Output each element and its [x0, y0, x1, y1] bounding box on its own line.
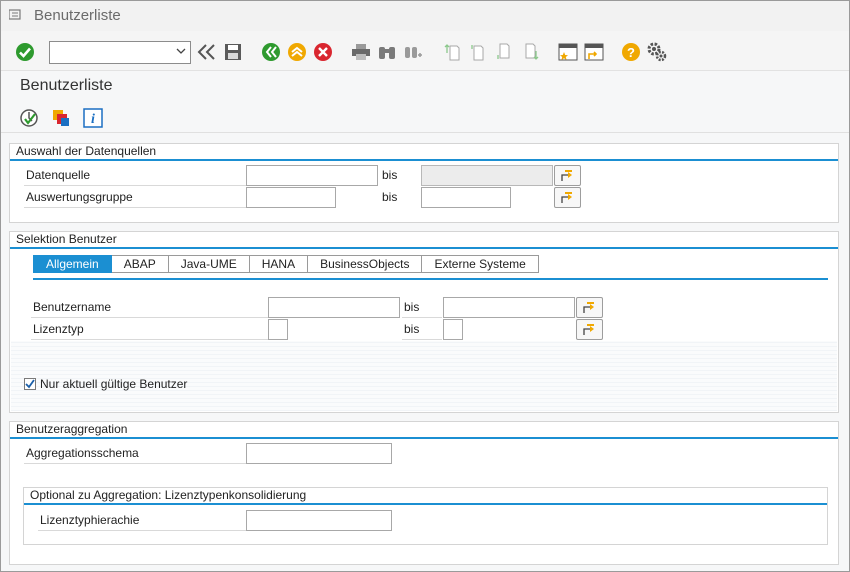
tab-abap[interactable]: ABAP [111, 255, 169, 273]
group-title: Optional zu Aggregation: Lizenztypenkons… [30, 488, 307, 502]
variants-icon[interactable] [50, 107, 72, 129]
datenquelle-label: Datenquelle [24, 165, 246, 186]
execute-icon[interactable] [18, 107, 40, 129]
datenquelle-bis-label: bis [382, 168, 398, 182]
group-benutzeraggregation: Benutzeraggregation Aggregationsschema O… [9, 421, 839, 565]
benutzername-to-input[interactable] [443, 297, 575, 318]
lizenztyphierachie-label: Lizenztyphierachie [38, 510, 246, 531]
nur-aktuell-gueltige-row: Nur aktuell gültige Benutzer [24, 377, 187, 391]
multiple-selection-icon [583, 324, 594, 335]
multiple-selection-button[interactable] [576, 297, 603, 318]
multiple-selection-button[interactable] [576, 319, 603, 340]
cancel-icon[interactable] [312, 41, 334, 63]
auswertungsgruppe-from-input[interactable] [246, 187, 336, 208]
menu-icon[interactable] [9, 9, 23, 21]
group-divider [10, 437, 838, 439]
previous-page-icon[interactable] [467, 41, 489, 63]
lizenztyp-to-input[interactable] [443, 319, 463, 340]
command-field[interactable] [49, 41, 191, 64]
window-title: Benutzerliste [34, 7, 121, 24]
auswertungsgruppe-to-input[interactable] [421, 187, 511, 208]
application-toolbar: i [1, 101, 849, 133]
group-title: Benutzeraggregation [16, 422, 128, 436]
tab-allgemein[interactable]: Allgemein [33, 255, 112, 273]
tab-strip: Allgemein ABAP Java-UME HANA BusinessObj… [33, 255, 539, 273]
group-lizenztypenkonsolidierung: Optional zu Aggregation: Lizenztypenkons… [23, 487, 828, 545]
multiple-selection-icon [561, 192, 572, 203]
back-icon[interactable] [260, 41, 282, 63]
auswertungsgruppe-bis-label: bis [382, 190, 398, 204]
chevron-down-icon[interactable] [176, 46, 186, 56]
aggregationsschema-label: Aggregationsschema [24, 443, 246, 464]
last-page-icon[interactable] [519, 41, 541, 63]
lizenztyphierachie-input[interactable] [246, 510, 392, 531]
lizenztyp-from-input[interactable] [268, 319, 288, 340]
group-divider [10, 247, 838, 249]
benutzername-bis-label: bis [402, 297, 442, 318]
tab-externe-systeme[interactable]: Externe Systeme [422, 255, 539, 273]
sap-window: Benutzerliste ? Benutzerliste i Auswahl … [0, 0, 850, 572]
nur-aktuell-gueltige-label: Nur aktuell gültige Benutzer [40, 377, 188, 391]
info-icon[interactable]: i [82, 107, 104, 129]
find-next-icon[interactable] [402, 41, 424, 63]
next-page-icon[interactable] [493, 41, 515, 63]
print-icon[interactable] [350, 41, 372, 63]
shortcut-icon[interactable] [583, 41, 605, 63]
tab-java-ume[interactable]: Java-UME [168, 255, 250, 273]
svg-text:i: i [91, 112, 95, 127]
tab-hana[interactable]: HANA [249, 255, 309, 273]
exit-icon[interactable] [286, 41, 308, 63]
multiple-selection-icon [583, 302, 594, 313]
group-divider [10, 159, 838, 161]
create-session-icon[interactable] [557, 41, 579, 63]
datenquelle-to-input [421, 165, 553, 186]
benutzername-label: Benutzername [31, 297, 268, 318]
tab-businessobjects[interactable]: BusinessObjects [308, 255, 423, 273]
system-toolbar: ? [1, 31, 849, 71]
multiple-selection-button[interactable] [554, 165, 581, 186]
datenquelle-from-input[interactable] [246, 165, 378, 186]
settings-icon[interactable] [646, 41, 668, 63]
back-double-icon[interactable] [196, 41, 218, 63]
background-pattern [11, 341, 837, 411]
enter-icon[interactable] [14, 41, 36, 63]
lizenztyp-label: Lizenztyp [31, 319, 268, 340]
group-title: Auswahl der Datenquellen [16, 144, 157, 158]
group-divider [24, 503, 827, 505]
title-bar: Benutzerliste [1, 1, 849, 31]
first-page-icon[interactable] [441, 41, 463, 63]
multiple-selection-icon [561, 170, 572, 181]
group-selektion-benutzer: Selektion Benutzer Allgemein ABAP Java-U… [9, 231, 839, 413]
group-title: Selektion Benutzer [16, 232, 117, 246]
checkmark-icon [25, 379, 35, 389]
group-datenquellen: Auswahl der Datenquellen Datenquelle bis… [9, 143, 839, 223]
nur-aktuell-gueltige-checkbox[interactable] [24, 378, 36, 390]
tab-divider [33, 278, 828, 280]
find-icon[interactable] [376, 41, 398, 63]
page-title: Benutzerliste [20, 77, 113, 94]
auswertungsgruppe-label: Auswertungsgruppe [24, 187, 246, 208]
benutzername-from-input[interactable] [268, 297, 400, 318]
lizenztyp-bis-label: bis [402, 319, 442, 340]
help-icon[interactable]: ? [620, 41, 642, 63]
svg-text:?: ? [627, 45, 635, 60]
multiple-selection-button[interactable] [554, 187, 581, 208]
save-icon[interactable] [222, 41, 244, 63]
aggregationsschema-input[interactable] [246, 443, 392, 464]
